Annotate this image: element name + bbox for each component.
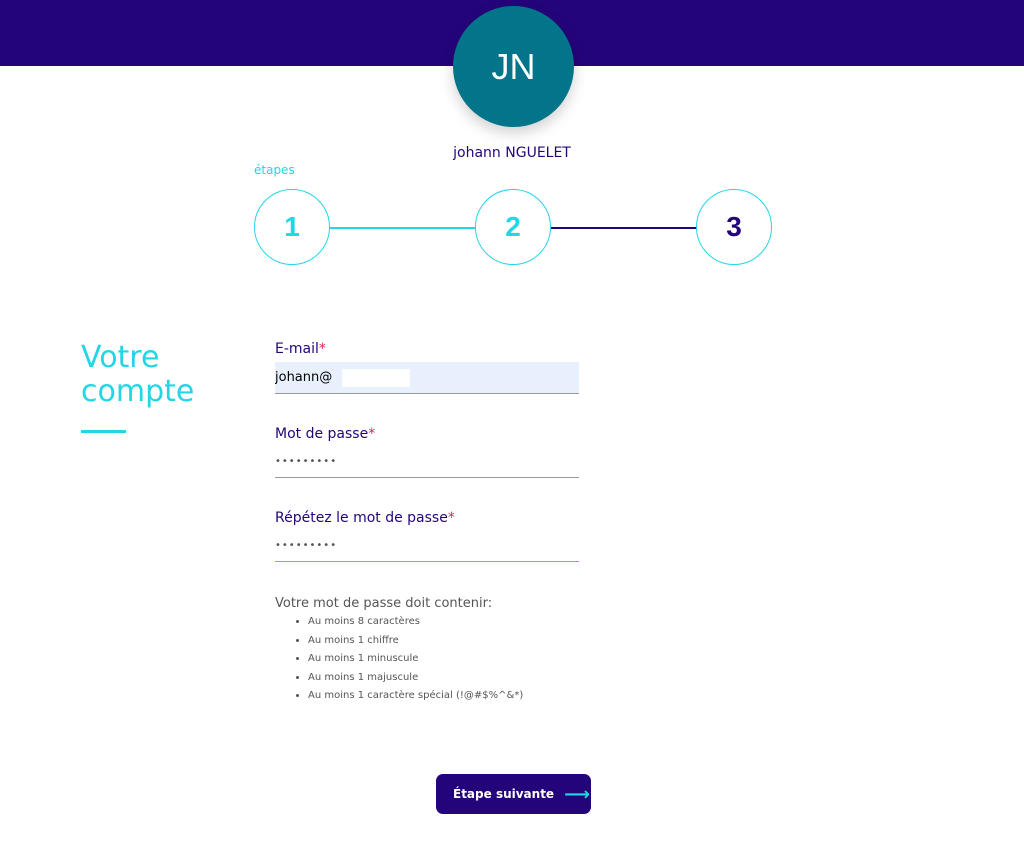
- password-rules-title: Votre mot de passe doit contenir:: [275, 596, 493, 611]
- password-field[interactable]: [275, 446, 579, 478]
- password-rules-list: Au moins 8 caractères Au moins 1 chiffre…: [308, 615, 523, 708]
- arrow-right-icon: ⟶: [564, 783, 590, 805]
- next-step-label: Étape suivante: [453, 787, 555, 801]
- password-rule: Au moins 1 chiffre: [308, 634, 523, 653]
- email-redaction: [342, 369, 410, 387]
- avatar-initials: JN: [491, 45, 536, 87]
- repeat-password-label-text: Répétez le mot de passe: [275, 510, 448, 526]
- section-title: Votre compte: [81, 341, 241, 409]
- section-title-line-2: compte: [81, 374, 195, 409]
- repeat-password-required-mark: *: [447, 510, 455, 526]
- section-title-line-1: Votre: [81, 340, 160, 375]
- avatar: JN: [453, 6, 574, 127]
- email-label-text: E-mail: [275, 341, 319, 357]
- user-name: johann NGUELET: [453, 145, 571, 161]
- step-connector-2: [551, 227, 697, 229]
- password-rule: Au moins 1 minuscule: [308, 652, 523, 671]
- email-field[interactable]: [275, 362, 579, 394]
- email-required-mark: *: [318, 341, 326, 357]
- password-required-mark: *: [368, 426, 376, 442]
- password-rule: Au moins 1 majuscule: [308, 671, 523, 690]
- next-step-button[interactable]: Étape suivante ⟶: [436, 774, 591, 814]
- step-2[interactable]: 2: [475, 189, 551, 265]
- password-label: Mot de passe*: [275, 426, 375, 442]
- repeat-password-label: Répétez le mot de passe*: [275, 510, 455, 526]
- password-rule: Au moins 1 caractère spécial (!@#$%^&*): [308, 689, 523, 708]
- step-connector-1: [330, 227, 476, 229]
- repeat-password-field[interactable]: [275, 530, 579, 562]
- title-underline: [81, 430, 126, 433]
- step-1[interactable]: 1: [254, 189, 330, 265]
- step-3[interactable]: 3: [696, 189, 772, 265]
- password-rule: Au moins 8 caractères: [308, 615, 523, 634]
- password-label-text: Mot de passe: [275, 426, 369, 442]
- steps-label: étapes: [254, 163, 295, 177]
- email-label: E-mail*: [275, 341, 326, 357]
